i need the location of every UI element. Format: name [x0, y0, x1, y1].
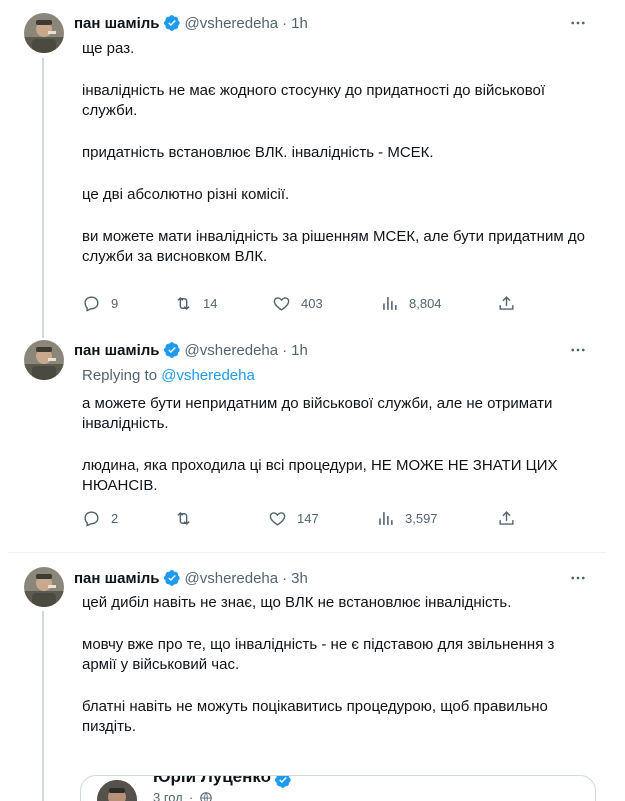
verified-icon [163, 342, 180, 358]
views-icon [383, 296, 397, 310]
action-bar: 9 14 403 8,804 [82, 293, 522, 313]
tweet-paragraph: цей дибіл навіть не знає, що ВЛК не вста… [82, 594, 512, 611]
verified-icon [274, 776, 291, 788]
replying-to-handle[interactable]: @vsheredeha [161, 367, 255, 384]
separator-dot: · [282, 569, 288, 587]
retweet-count: 14 [203, 295, 218, 311]
display-name[interactable]: пан шаміль [74, 342, 160, 359]
timestamp[interactable]: 1h [291, 342, 308, 359]
tweet-paragraph: інвалідність не має жодного стосунку до … [82, 82, 546, 119]
more-icon[interactable] [568, 13, 588, 33]
share-button[interactable] [497, 293, 526, 313]
timeline: пан шаміль @vsheredeha · 1h ще раз. інва… [8, 0, 606, 801]
tweet-paragraph: блатні навіть не можуть поцікавитись про… [82, 698, 548, 735]
like-icon [269, 511, 286, 526]
timestamp[interactable]: 3h [291, 570, 308, 587]
tweet-text: ще раз. інвалідність не має жодного стос… [82, 39, 592, 289]
separator-dot: · [188, 790, 194, 801]
tweet-paragraph: мовчу вже про те, що інвалідність - не є… [82, 636, 555, 673]
thread-connector [42, 330, 44, 338]
reply-button[interactable]: 2 [82, 508, 118, 528]
action-bar: 2 147 3,597 [82, 508, 522, 528]
verified-icon [163, 570, 180, 586]
view-count: 8,804 [409, 295, 442, 311]
like-button[interactable]: 403 [272, 293, 323, 313]
avatar[interactable] [24, 13, 64, 53]
views-button[interactable]: 3,597 [376, 508, 438, 528]
tweet-paragraph: ви можете мати інвалідність за рішенням … [82, 228, 585, 265]
avatar[interactable] [24, 567, 64, 607]
quoted-meta: 3 год · [153, 790, 213, 801]
reply-icon [84, 295, 99, 312]
quoted-timestamp: 3 год [153, 790, 183, 801]
handle[interactable]: @vsheredeha [185, 570, 279, 587]
tweet[interactable]: пан шаміль @vsheredeha · 3h цей дибіл на… [8, 553, 606, 801]
tweet[interactable]: пан шаміль @vsheredeha · 1h Replying to … [8, 330, 606, 553]
replying-to: Replying to @vsheredeha [82, 367, 255, 384]
more-icon[interactable] [568, 340, 588, 360]
retweet-icon [177, 296, 190, 310]
reply-count: 2 [111, 510, 119, 526]
retweet-button[interactable] [174, 508, 203, 528]
display-name[interactable]: пан шаміль [74, 15, 160, 32]
like-button[interactable]: 147 [268, 508, 319, 528]
avatar[interactable] [24, 340, 64, 380]
quoted-avatar[interactable] [97, 780, 137, 801]
timestamp[interactable]: 1h [291, 15, 308, 32]
share-button[interactable] [497, 508, 526, 528]
reply-icon [84, 510, 99, 527]
reply-count: 9 [111, 295, 119, 311]
tweet-paragraph: це дві абсолютно різні комісії. [82, 186, 290, 203]
tweet-header: пан шаміль @vsheredeha · 1h [74, 12, 308, 34]
share-icon [499, 295, 514, 310]
tweet-header: пан шаміль @vsheredeha · 3h [74, 567, 308, 589]
views-button[interactable]: 8,804 [380, 293, 442, 313]
thread-connector [42, 58, 44, 330]
separator-dot: · [282, 14, 288, 32]
share-icon [499, 510, 514, 525]
retweet-button[interactable]: 14 [174, 293, 217, 313]
thread-connector [42, 611, 44, 801]
globe-icon [200, 791, 212, 801]
like-icon [273, 296, 290, 311]
tweet-header: пан шаміль @vsheredeha · 1h [74, 339, 308, 361]
views-icon [379, 511, 393, 525]
view-count: 3,597 [405, 510, 438, 526]
replying-to-label: Replying to [82, 367, 158, 384]
more-icon[interactable] [568, 568, 588, 588]
quoted-display-name[interactable]: Юрій Луценко [153, 776, 271, 787]
verified-icon [163, 15, 180, 31]
handle[interactable]: @vsheredeha [185, 15, 279, 32]
handle[interactable]: @vsheredeha [185, 342, 279, 359]
tweet-text: а можете бути непридатним до військової … [82, 394, 592, 518]
reply-button[interactable]: 9 [82, 293, 118, 313]
separator-dot: · [282, 341, 288, 359]
tweet-paragraph: людина, яка проходила ці всі процедури, … [82, 457, 558, 494]
display-name[interactable]: пан шаміль [74, 570, 160, 587]
tweet-paragraph: ще раз. [82, 40, 135, 57]
like-count: 403 [301, 295, 323, 311]
quoted-tweet[interactable]: Юрій Луценко 3 год · [80, 775, 596, 801]
tweet[interactable]: пан шаміль @vsheredeha · 1h ще раз. інва… [8, 0, 606, 330]
like-count: 147 [297, 510, 319, 526]
tweet-paragraph: а можете бути непридатним до військової … [82, 395, 553, 432]
tweet-text: цей дибіл навіть не знає, що ВЛК не вста… [82, 593, 592, 759]
tweet-paragraph: придатність встановлює ВЛК. інвалідність… [82, 144, 434, 161]
retweet-icon [177, 511, 190, 525]
